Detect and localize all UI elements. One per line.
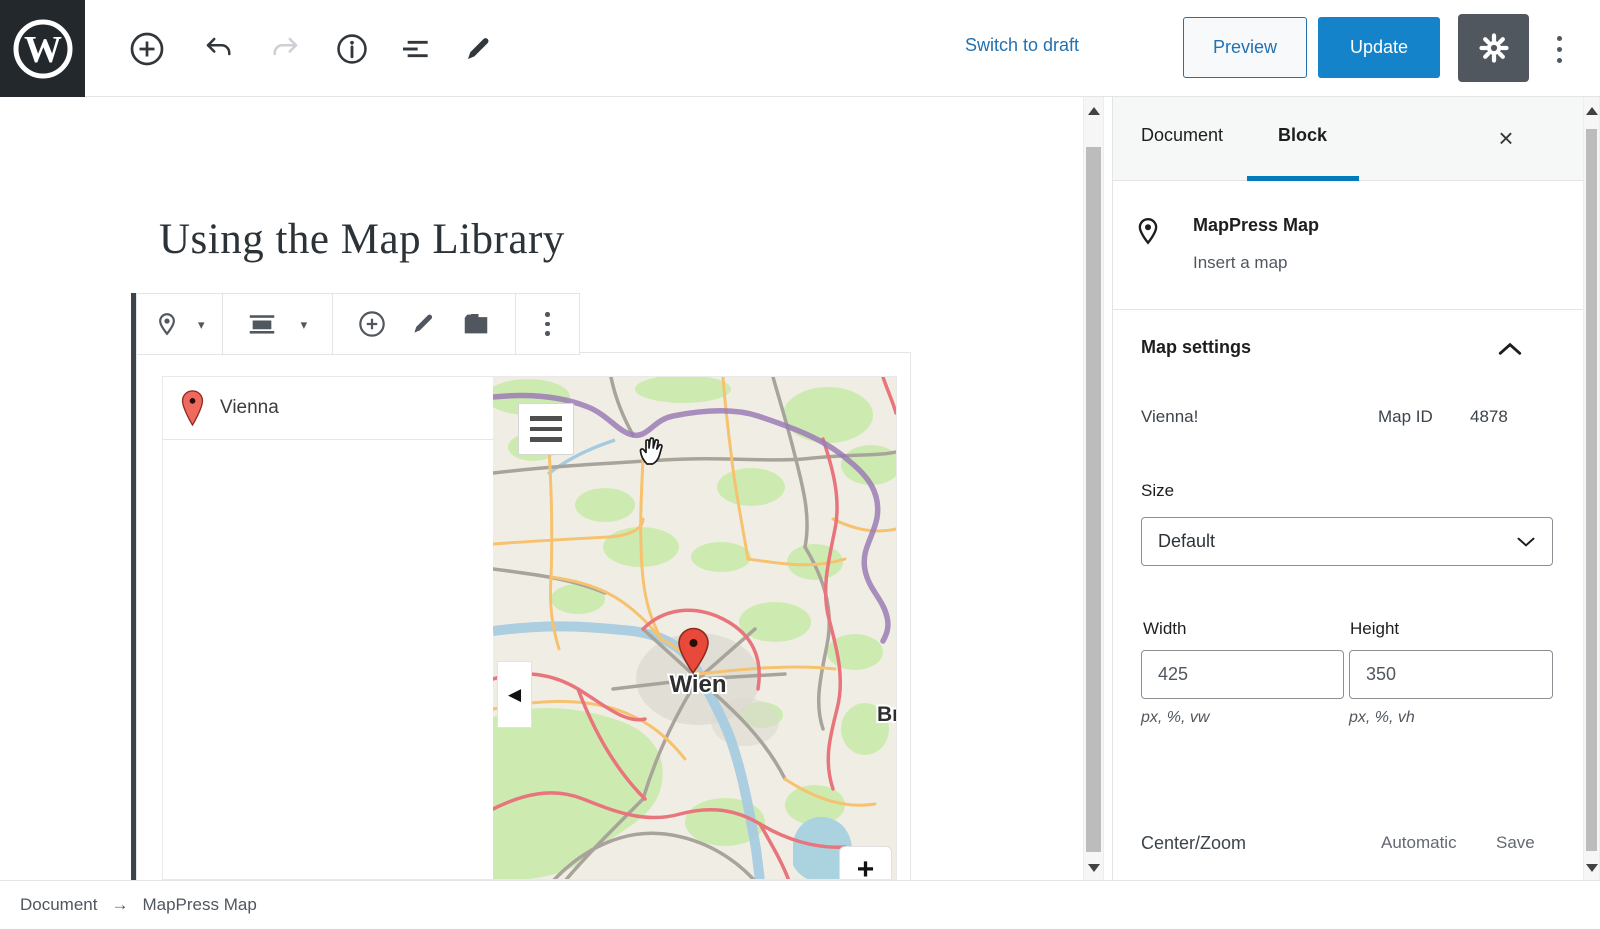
marker-list-panel: Vienna [163, 377, 493, 879]
wordpress-logo-icon: W [13, 19, 72, 78]
editor-header: W Switch to draft Preview Update [0, 0, 1600, 97]
scroll-up-arrow[interactable] [1087, 107, 1100, 115]
plus-circle-icon [130, 32, 164, 65]
svg-text:W: W [24, 29, 62, 71]
map-settings-heading[interactable]: Map settings [1141, 337, 1251, 358]
map-panel-collapse-button[interactable]: ◀ [497, 661, 532, 728]
align-center-icon [249, 315, 275, 334]
scrollbar-thumb[interactable] [1086, 147, 1101, 852]
width-input[interactable] [1141, 650, 1344, 699]
left-triangle-icon: ◀ [507, 684, 522, 704]
height-units-hint: px, %, vh [1349, 709, 1415, 726]
scroll-down-arrow[interactable] [1087, 864, 1100, 872]
map-name-value: Vienna! [1141, 407, 1199, 426]
inserter-toggle-button[interactable] [123, 0, 171, 97]
map-viewport[interactable]: Wien Br ◀ + [493, 377, 896, 879]
chevron-down-icon: ▾ [197, 316, 205, 332]
size-select[interactable]: Default [1141, 517, 1553, 566]
height-label: Height [1350, 619, 1400, 638]
selected-block-indicator [131, 293, 136, 880]
scroll-up-arrow[interactable] [1585, 107, 1598, 115]
map-city-label: Wien [669, 671, 726, 698]
switch-to-draft-button[interactable]: Switch to draft [965, 35, 1079, 56]
divider [1113, 309, 1583, 310]
breadcrumb-arrow-icon: → [111, 895, 129, 914]
active-tab-underline [1247, 176, 1359, 181]
update-button[interactable]: Update [1318, 17, 1440, 78]
map-zoom-in-button[interactable]: + [839, 846, 892, 879]
marker-list-label: Vienna [220, 397, 279, 418]
undo-button[interactable] [194, 0, 242, 97]
plus-icon: + [856, 853, 875, 879]
info-icon [337, 33, 367, 64]
close-sidebar-button[interactable]: × [1489, 121, 1523, 155]
scrollbar-thumb[interactable] [1586, 129, 1597, 851]
map-id-label: Map ID [1378, 407, 1433, 426]
map-layers-menu-button[interactable] [518, 403, 574, 455]
settings-sidebar: Document Block × MapPress Map Insert a m… [1112, 97, 1583, 880]
redo-icon [273, 37, 298, 55]
edit-pencil-icon[interactable] [410, 311, 436, 337]
hamburger-icon [530, 416, 562, 421]
block-card-title: MapPress Map [1193, 215, 1320, 235]
edit-mode-button[interactable] [454, 0, 502, 97]
breadcrumb-document[interactable]: Document [20, 895, 97, 915]
more-tools-options-button[interactable] [1557, 36, 1562, 63]
map-pin-icon [1138, 217, 1158, 245]
block-more-options-button[interactable] [516, 294, 579, 354]
chevron-down-icon [1517, 537, 1535, 547]
content-scrollbar[interactable] [1083, 97, 1104, 880]
post-title[interactable]: Using the Map Library [159, 215, 565, 264]
tab-block[interactable]: Block [1278, 125, 1327, 146]
block-switcher-button[interactable]: ▾ [137, 294, 223, 354]
block-navigation-button[interactable] [393, 0, 441, 97]
center-zoom-automatic-button[interactable]: Automatic [1381, 833, 1457, 853]
pencil-icon [468, 37, 489, 59]
map-edge-label: Br [877, 703, 896, 726]
add-marker-icon[interactable] [358, 310, 386, 338]
map-pin-icon [159, 313, 176, 336]
scroll-down-arrow[interactable] [1585, 864, 1598, 872]
block-card-description: Insert a map [1193, 253, 1288, 272]
tab-document[interactable]: Document [1141, 125, 1223, 146]
red-marker-icon [181, 390, 204, 426]
width-units-hint: px, %, vw [1141, 709, 1210, 726]
size-select-value: Default [1158, 531, 1216, 551]
center-zoom-label: Center/Zoom [1141, 833, 1247, 853]
close-icon: × [1498, 122, 1514, 153]
list-view-icon [403, 40, 428, 57]
block-toolbar: ▾ ▾ [136, 293, 580, 355]
wordpress-logo[interactable]: W [0, 0, 85, 97]
preview-button[interactable]: Preview [1183, 17, 1307, 78]
chevron-down-icon: ▾ [300, 316, 308, 332]
ellipsis-vertical-icon [545, 312, 550, 336]
gear-icon [1478, 33, 1509, 63]
block-action-group [333, 294, 516, 354]
alignment-button[interactable]: ▾ [223, 294, 333, 354]
breadcrumb-current-block[interactable]: MapPress Map [142, 895, 256, 915]
marker-list-item[interactable]: Vienna [163, 377, 493, 440]
sidebar-scrollbar[interactable] [1583, 97, 1600, 880]
center-zoom-save-button[interactable]: Save [1496, 833, 1535, 853]
content-structure-button[interactable] [328, 0, 376, 97]
breadcrumb-bar: Document → MapPress Map [0, 880, 1600, 929]
settings-toggle-button[interactable] [1458, 14, 1529, 82]
size-label: Size [1141, 481, 1175, 500]
width-label: Width [1143, 619, 1187, 638]
mappress-map-block: Vienna Wien B ◀ + [162, 376, 897, 880]
wordpress-block-editor: W Switch to draft Preview Update Using t… [0, 0, 1600, 929]
height-input[interactable] [1349, 650, 1553, 699]
map-id-value: 4878 [1470, 407, 1508, 426]
map-library-folder-icon[interactable] [461, 309, 491, 339]
redo-button[interactable] [262, 0, 310, 97]
undo-icon [206, 37, 231, 55]
sidebar-tabs: Document Block × [1113, 97, 1583, 181]
chevron-up-icon[interactable] [1497, 340, 1523, 358]
